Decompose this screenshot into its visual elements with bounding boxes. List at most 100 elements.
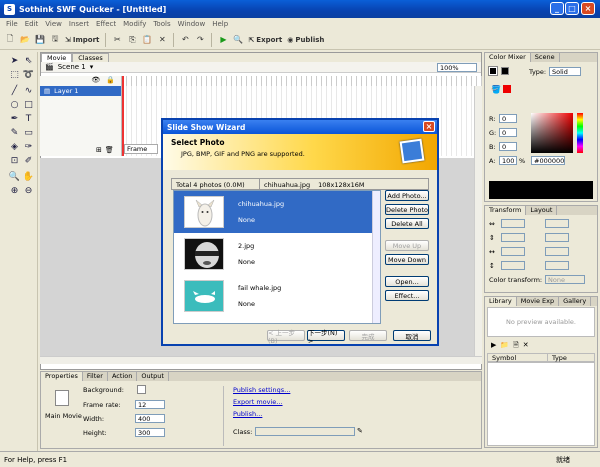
lock-icon[interactable]: 🔒 xyxy=(106,76,115,86)
class-input[interactable] xyxy=(255,427,355,436)
redo-icon[interactable]: ↷ xyxy=(194,33,206,47)
menu-view[interactable]: View xyxy=(45,20,62,28)
play-icon[interactable]: ▶ xyxy=(491,341,496,352)
save-icon[interactable]: 💾 xyxy=(34,33,46,47)
menu-file[interactable]: File xyxy=(6,20,18,28)
skew-input[interactable] xyxy=(545,233,569,242)
zoom-out-icon[interactable]: ⊖ xyxy=(22,184,35,197)
next-button[interactable]: 下一步(N) > xyxy=(307,329,345,345)
fill-color-swatch[interactable] xyxy=(501,67,509,75)
menu-insert[interactable]: Insert xyxy=(69,20,89,28)
scale-y-input[interactable] xyxy=(545,261,569,270)
hex-input[interactable]: #000000 xyxy=(531,156,565,165)
w-input[interactable] xyxy=(501,247,525,256)
menu-effect[interactable]: Effect xyxy=(96,20,116,28)
tab-properties[interactable]: Properties xyxy=(41,372,83,381)
ink-icon[interactable]: ✑ xyxy=(22,140,35,153)
line-icon[interactable]: ╱ xyxy=(8,84,21,97)
hand-icon[interactable]: ✋ xyxy=(22,170,35,183)
select-arrow-icon[interactable]: ➤ xyxy=(8,54,21,67)
menu-help[interactable]: Help xyxy=(212,20,228,28)
save-all-icon[interactable]: 🖫 xyxy=(49,33,61,47)
export-button[interactable]: ⇱ Export xyxy=(247,33,283,47)
menu-modify[interactable]: Modify xyxy=(123,20,146,28)
zoom-in-icon[interactable]: ⊕ xyxy=(8,184,21,197)
pencil-icon[interactable]: ✎ xyxy=(8,126,21,139)
tab-scene[interactable]: Scene xyxy=(531,53,560,62)
tab-action[interactable]: Action xyxy=(108,372,138,381)
layer-row[interactable]: ▤ Layer 1 xyxy=(40,86,121,96)
properties-icon[interactable]: 🗎 xyxy=(513,341,519,352)
cancel-button[interactable]: 取消 xyxy=(393,330,431,341)
ellipse-icon[interactable]: ○ xyxy=(8,98,21,111)
paint-bucket-icon[interactable]: 🪣 xyxy=(491,85,501,94)
move-up-button[interactable]: Move Up xyxy=(385,240,429,251)
undo-icon[interactable]: ↶ xyxy=(179,33,191,47)
fill-transform-icon[interactable]: ⊡ xyxy=(8,154,21,167)
play-icon[interactable]: ▶ xyxy=(217,33,229,47)
scene-selector[interactable]: Scene 1 xyxy=(58,63,86,71)
library-list[interactable] xyxy=(487,362,595,446)
preview-icon[interactable]: 🔍 xyxy=(232,33,244,47)
menu-tools[interactable]: Tools xyxy=(153,20,170,28)
delete-all-button[interactable]: Delete All xyxy=(385,218,429,229)
dialog-close-button[interactable]: × xyxy=(423,121,435,132)
move-down-button[interactable]: Move Down xyxy=(385,254,429,265)
minimize-button[interactable]: _ xyxy=(550,2,564,15)
g-input[interactable]: 0 xyxy=(499,128,517,137)
open-button[interactable]: Open... xyxy=(385,276,429,287)
list-item[interactable]: chihuahua.jpg None xyxy=(174,191,380,233)
eraser-icon[interactable]: ▭ xyxy=(22,126,35,139)
finish-button[interactable]: 完成 xyxy=(349,330,387,341)
copy-icon[interactable]: ⎘ xyxy=(126,33,138,47)
tab-movie[interactable]: Movie xyxy=(41,53,73,62)
tab-library[interactable]: Library xyxy=(485,297,517,306)
eye-icon[interactable]: 👁 xyxy=(91,76,100,86)
new-folder-icon[interactable]: 📁 xyxy=(500,341,509,352)
delete-icon[interactable]: ✕ xyxy=(156,33,168,47)
import-button[interactable]: ⇲ Import xyxy=(64,33,100,47)
color-picker-square[interactable] xyxy=(531,113,573,153)
delete-layer-icon[interactable]: 🗑 xyxy=(105,146,114,154)
delete-icon[interactable]: ✕ xyxy=(523,341,529,352)
tab-transform[interactable]: Transform xyxy=(485,206,527,215)
tab-filter[interactable]: Filter xyxy=(83,372,108,381)
add-photo-button[interactable]: Add Photo... xyxy=(385,190,429,201)
open-folder-icon[interactable]: 📂 xyxy=(19,33,31,47)
publish-settings-link[interactable]: Publish settings... xyxy=(233,386,290,394)
tab-gallery[interactable]: Gallery xyxy=(559,297,592,306)
x-input[interactable] xyxy=(501,219,525,228)
zoom-select[interactable]: 100% xyxy=(437,62,477,72)
rotate-input[interactable] xyxy=(545,219,569,228)
photo-list[interactable]: chihuahua.jpg None 2.jpg None fail whale… xyxy=(173,190,381,324)
color-transform-select[interactable]: None xyxy=(545,275,585,284)
tab-classes[interactable]: Classes xyxy=(72,53,109,62)
transform-icon[interactable]: ⬚ xyxy=(8,68,21,81)
type-select[interactable]: Solid xyxy=(549,67,581,76)
hue-slider[interactable] xyxy=(577,113,583,153)
a-input[interactable]: 100 xyxy=(499,156,517,165)
zoom-icon[interactable]: 🔍 xyxy=(8,170,21,183)
r-input[interactable]: 0 xyxy=(499,114,517,123)
frame-rate-input[interactable]: 12 xyxy=(135,400,165,409)
y-input[interactable] xyxy=(501,233,525,242)
text-icon[interactable]: T xyxy=(22,112,35,125)
maximize-button[interactable]: □ xyxy=(565,2,579,15)
column-type[interactable]: Type xyxy=(548,354,567,362)
subselect-icon[interactable]: ⇖ xyxy=(22,54,35,67)
tab-movie-explorer[interactable]: Movie Exp xyxy=(517,297,560,306)
effect-button[interactable]: Effect... xyxy=(385,290,429,301)
cut-icon[interactable]: ✂ xyxy=(111,33,123,47)
close-button[interactable]: × xyxy=(581,2,595,15)
new-file-icon[interactable]: 🗋 xyxy=(4,33,16,47)
menu-edit[interactable]: Edit xyxy=(25,20,39,28)
vertical-scrollbar[interactable] xyxy=(474,86,482,356)
tab-output[interactable]: Output xyxy=(137,372,169,381)
current-color-swatch[interactable] xyxy=(503,85,511,93)
pen-icon[interactable]: ✒ xyxy=(8,112,21,125)
height-input[interactable]: 300 xyxy=(135,428,165,437)
publish-button[interactable]: ◉ Publish xyxy=(286,33,325,47)
chevron-down-icon[interactable]: ▾ xyxy=(90,63,94,71)
paste-icon[interactable]: 📋 xyxy=(141,33,153,47)
tab-layout[interactable]: Layout xyxy=(526,206,558,215)
